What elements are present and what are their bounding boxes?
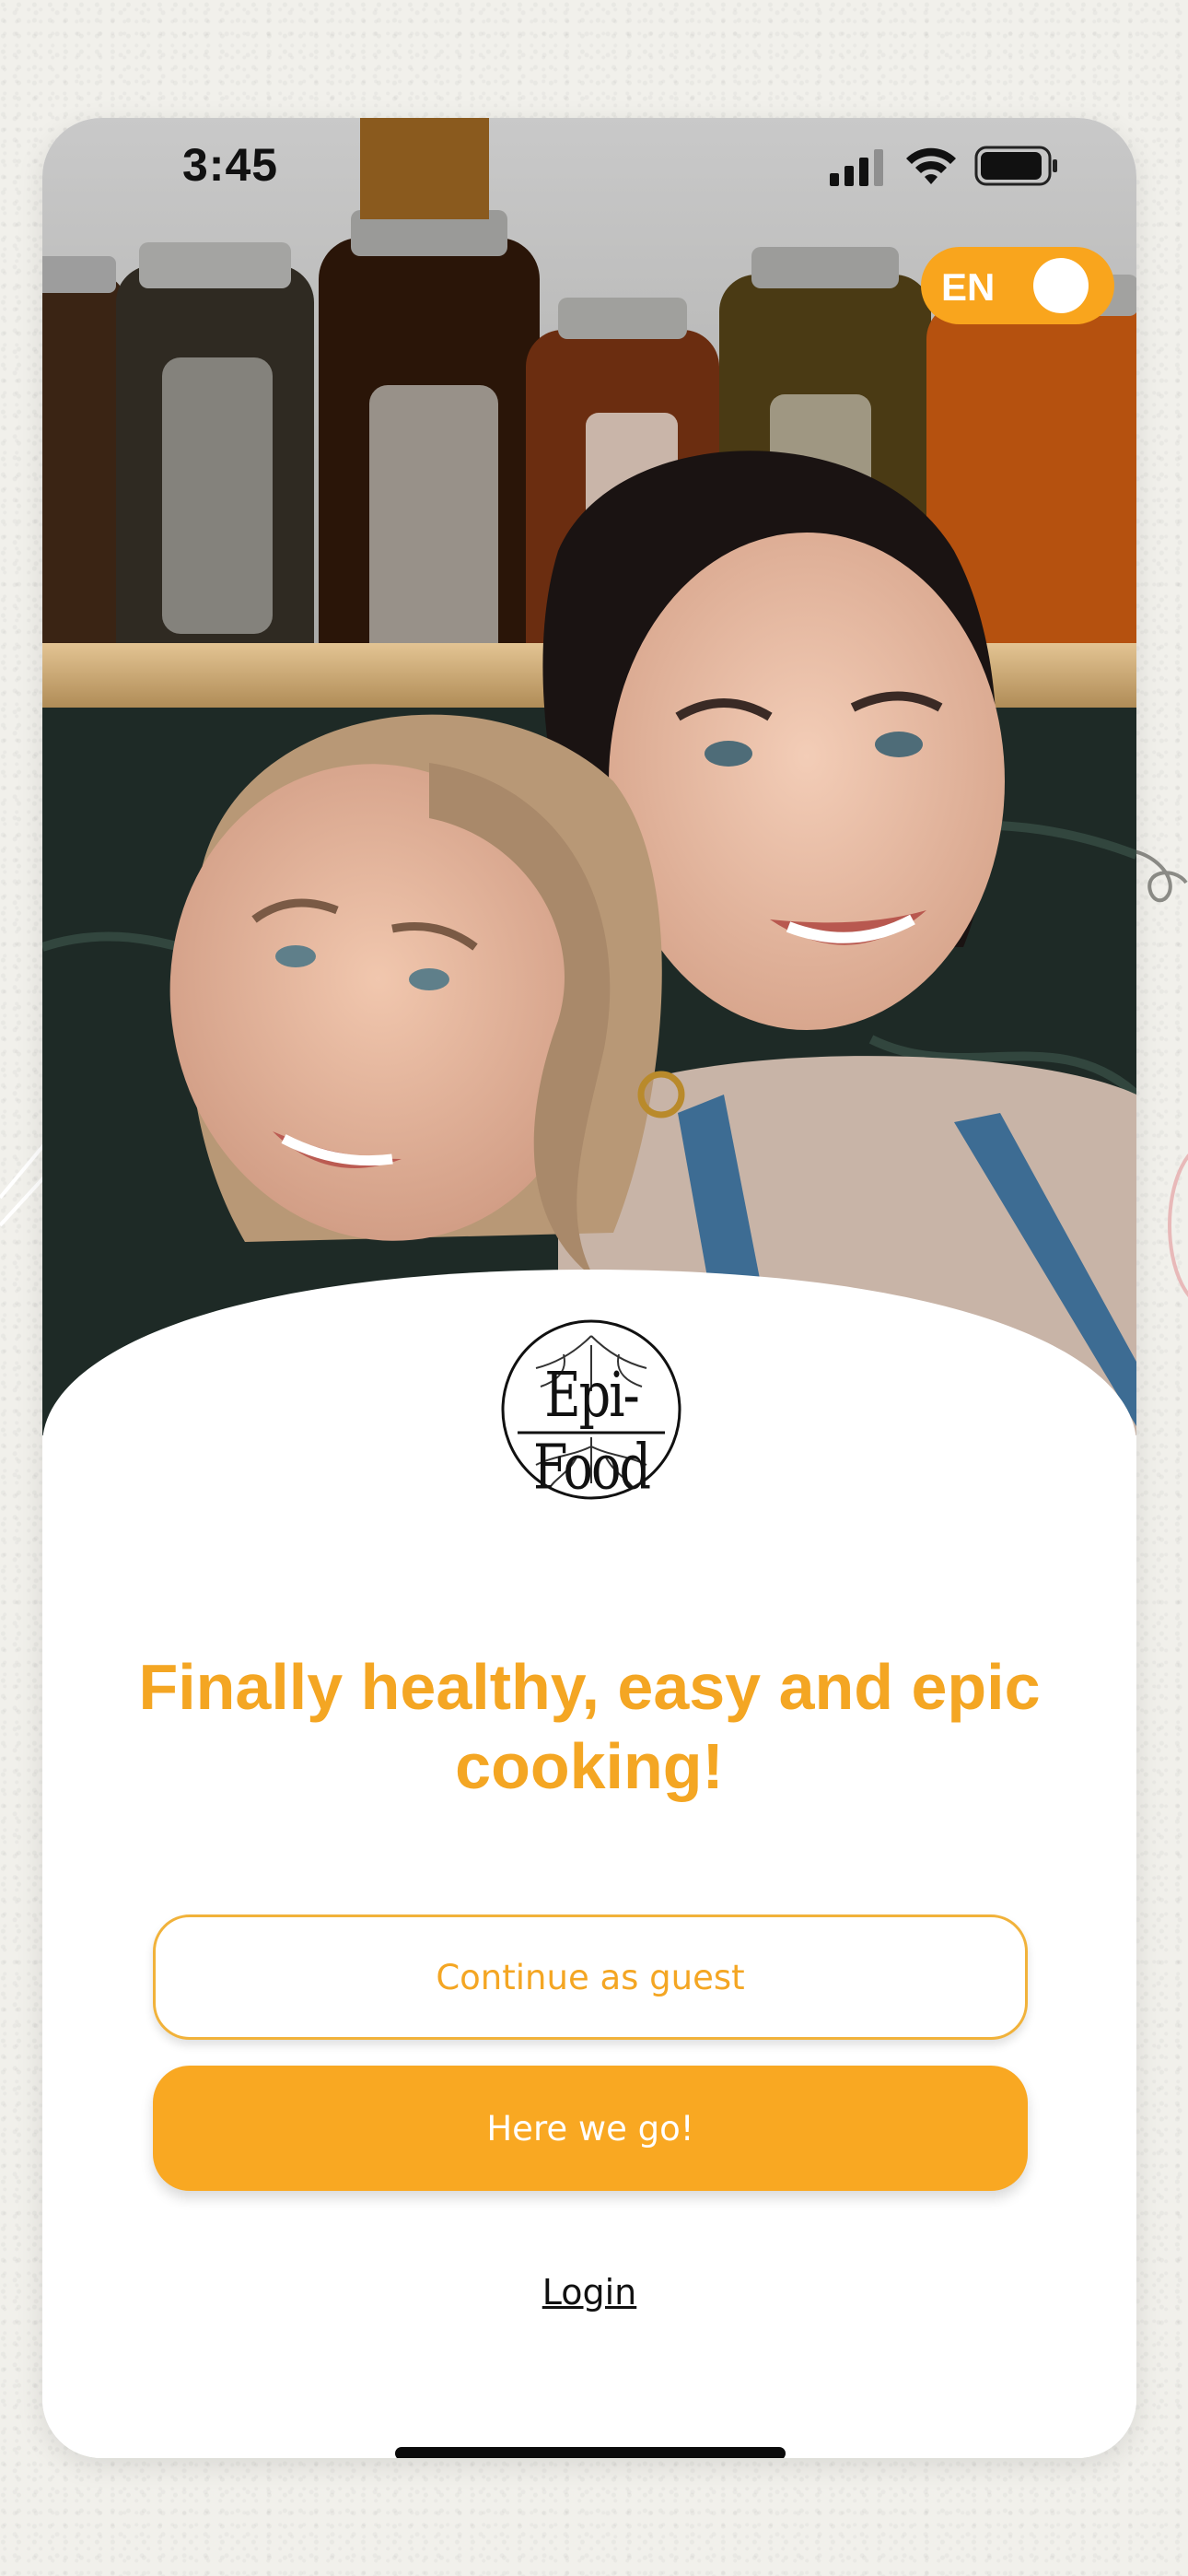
status-time: 3:45 xyxy=(182,139,279,191)
hero-headline: Finally healthy, easy and epic cooking! xyxy=(138,1651,1041,1802)
signal-icon xyxy=(830,149,883,186)
continue-as-guest-button[interactable]: Continue as guest xyxy=(153,1914,1028,2040)
language-toggle[interactable]: EN xyxy=(921,247,1114,324)
background-doodle-ring xyxy=(1168,1153,1188,1298)
app-screen: 3:45 EN Epi-Food Finally healthy, easy a… xyxy=(42,118,1136,2458)
home-indicator xyxy=(395,2447,786,2458)
language-label: EN xyxy=(941,265,996,309)
language-toggle-knob xyxy=(1033,258,1089,313)
login-link[interactable]: Login xyxy=(497,2272,681,2313)
here-we-go-button[interactable]: Here we go! xyxy=(153,2066,1028,2191)
battery-icon xyxy=(974,146,1057,186)
logo-text: Epi-Food xyxy=(532,1358,651,1504)
wifi-icon xyxy=(906,147,956,184)
